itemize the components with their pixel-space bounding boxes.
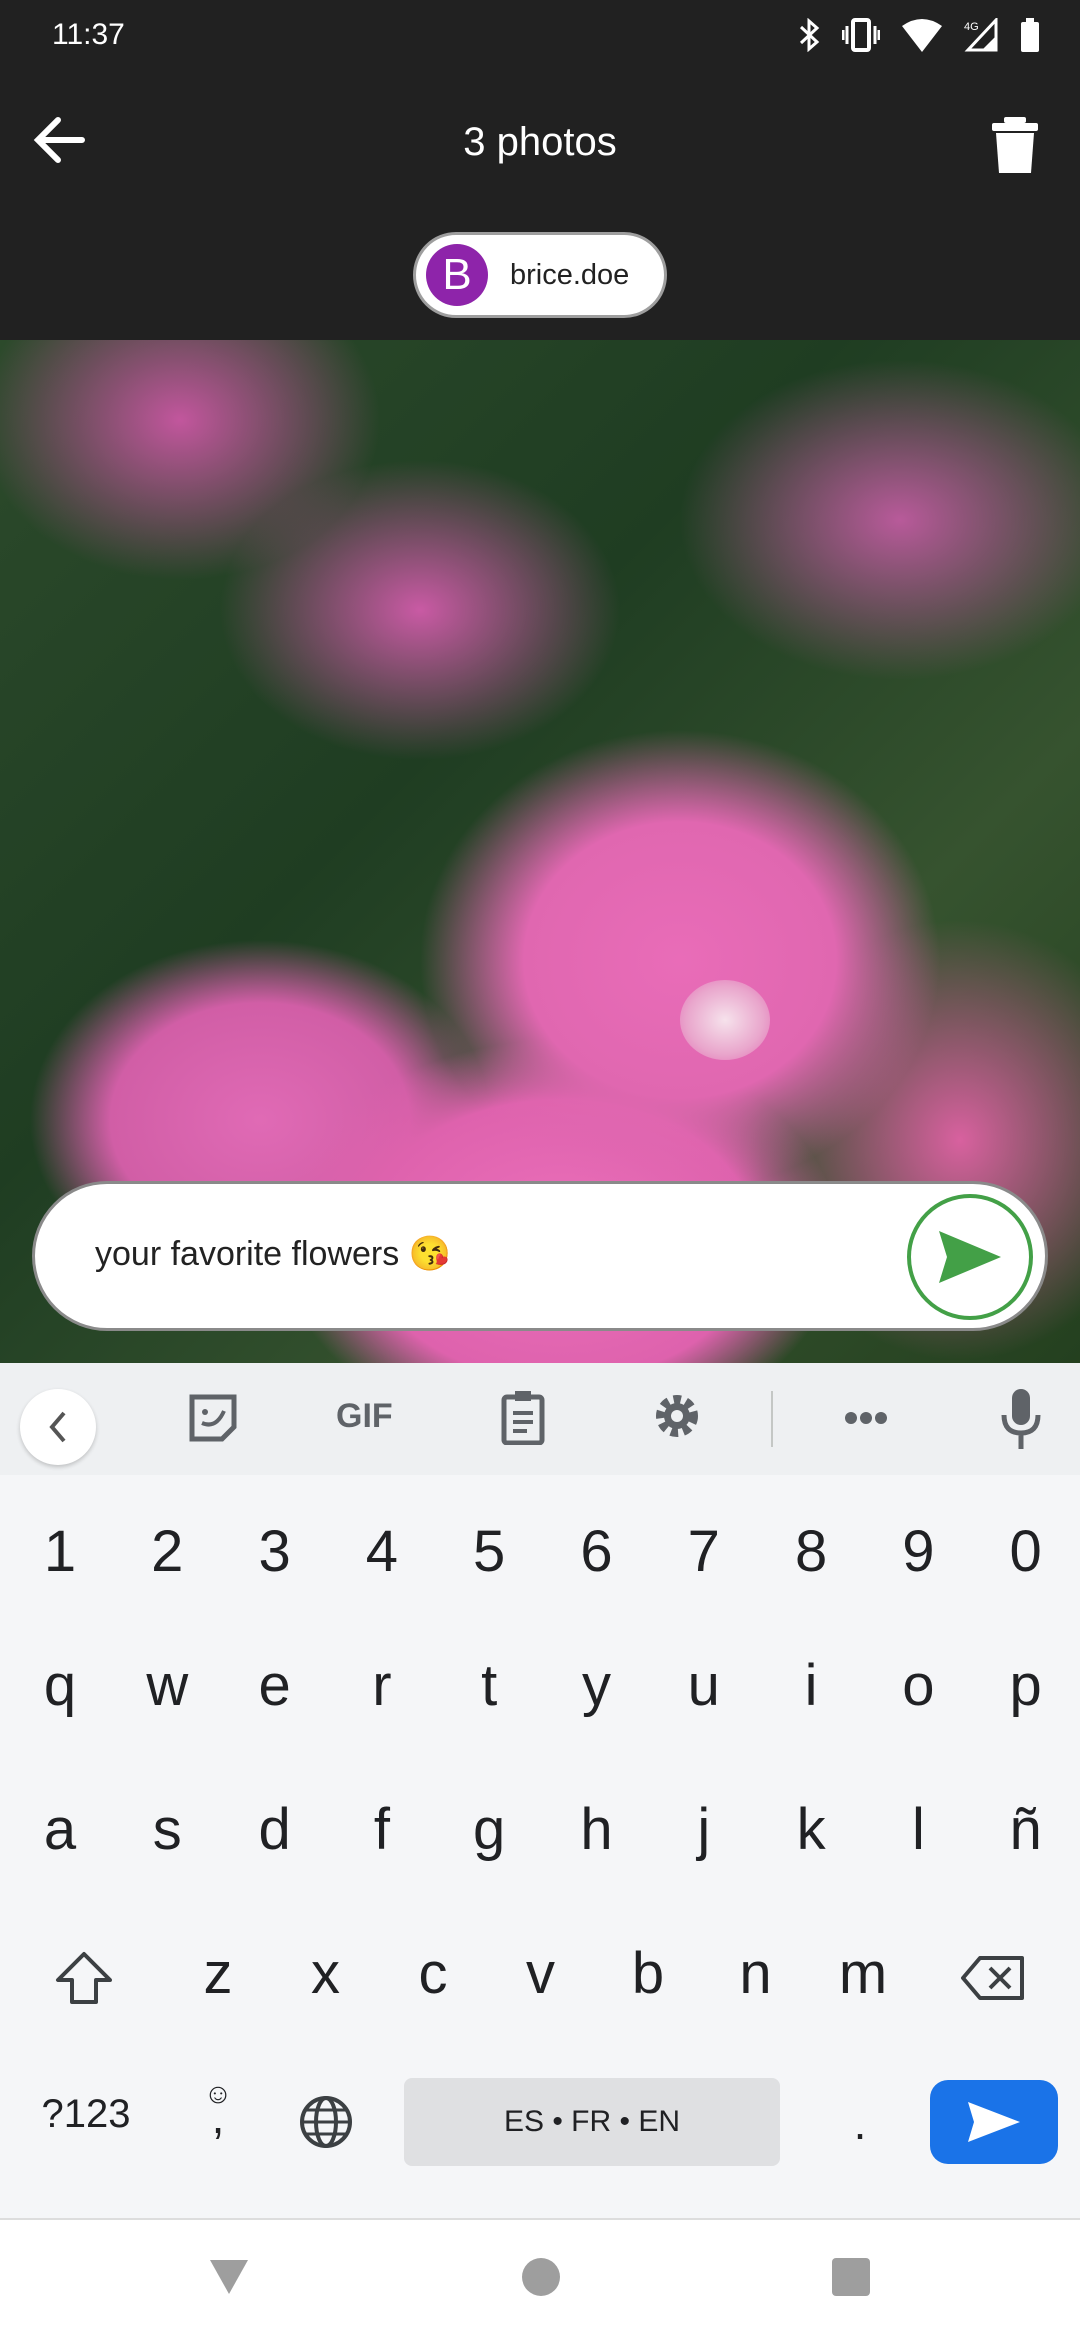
- key-symbols[interactable]: ?123: [26, 2092, 146, 2137]
- nav-back-icon[interactable]: [208, 2258, 250, 2296]
- sticker-icon[interactable]: [188, 1393, 238, 1443]
- gif-button[interactable]: GIF: [336, 1397, 393, 1436]
- avatar: B: [426, 244, 488, 306]
- key-n[interactable]: n: [716, 1940, 796, 2007]
- key-3[interactable]: 3: [235, 1518, 315, 1585]
- key-r[interactable]: r: [342, 1652, 422, 1719]
- key-7[interactable]: 7: [664, 1518, 744, 1585]
- key-b[interactable]: b: [608, 1940, 688, 2007]
- key-space[interactable]: ES • FR • EN: [404, 2078, 780, 2166]
- send-icon: [939, 1231, 1001, 1283]
- wifi-icon: [902, 19, 942, 52]
- navigation-bar: [0, 2218, 1080, 2340]
- recipient-name: brice.doe: [510, 258, 630, 291]
- key-q[interactable]: q: [20, 1652, 100, 1719]
- status-icons: 4G: [798, 18, 1040, 52]
- more-icon[interactable]: [844, 1411, 888, 1425]
- status-bar: 11:37 4G: [0, 0, 1080, 72]
- mic-icon[interactable]: [1000, 1387, 1042, 1451]
- key-f[interactable]: f: [342, 1796, 422, 1863]
- key-i[interactable]: i: [771, 1652, 851, 1719]
- key-u[interactable]: u: [664, 1652, 744, 1719]
- shift-key[interactable]: [52, 1950, 116, 2006]
- key-a[interactable]: a: [20, 1796, 100, 1863]
- key-0[interactable]: 0: [986, 1518, 1066, 1585]
- recipient-chip[interactable]: B brice.doe: [413, 232, 667, 318]
- status-time: 11:37: [52, 18, 125, 51]
- key-w[interactable]: w: [127, 1652, 207, 1719]
- battery-icon: [1021, 18, 1039, 52]
- key-j[interactable]: j: [664, 1796, 744, 1863]
- key-k[interactable]: k: [771, 1796, 851, 1863]
- key-h[interactable]: h: [557, 1796, 637, 1863]
- signal-4g-icon: 4G: [964, 18, 998, 52]
- page-title: 3 photos: [463, 120, 617, 164]
- backspace-key[interactable]: [960, 1954, 1026, 2002]
- message-input[interactable]: your favorite flowers 😘: [32, 1181, 1048, 1331]
- key-comma[interactable]: ,: [178, 2090, 258, 2144]
- key-9[interactable]: 9: [878, 1518, 958, 1585]
- key-m[interactable]: m: [823, 1940, 903, 2007]
- key-2[interactable]: 2: [127, 1518, 207, 1585]
- globe-icon[interactable]: [298, 2094, 354, 2150]
- key-v[interactable]: v: [501, 1940, 581, 2007]
- nav-recents-icon[interactable]: [832, 2258, 870, 2296]
- key-x[interactable]: x: [286, 1940, 366, 2007]
- key-p[interactable]: p: [986, 1652, 1066, 1719]
- clipboard-icon[interactable]: [500, 1389, 546, 1445]
- bluetooth-icon: [799, 18, 820, 52]
- send-button[interactable]: [907, 1194, 1033, 1320]
- toolbar-divider: [771, 1391, 773, 1447]
- key-4[interactable]: 4: [342, 1518, 422, 1585]
- collapse-toolbar-button[interactable]: [20, 1389, 96, 1465]
- send-icon: [968, 2102, 1020, 2142]
- key-o[interactable]: o: [878, 1652, 958, 1719]
- key-t[interactable]: t: [449, 1652, 529, 1719]
- flower-center: [680, 980, 770, 1060]
- message-text[interactable]: your favorite flowers 😘: [95, 1234, 451, 1274]
- chevron-left-icon: [49, 1411, 66, 1443]
- key-enter[interactable]: [930, 2080, 1058, 2164]
- key-z[interactable]: z: [178, 1940, 258, 2007]
- nav-home-icon[interactable]: [522, 2258, 560, 2296]
- key-8[interactable]: 8: [771, 1518, 851, 1585]
- key-l[interactable]: l: [878, 1796, 958, 1863]
- key-g[interactable]: g: [449, 1796, 529, 1863]
- gear-icon[interactable]: [652, 1391, 702, 1441]
- key-s[interactable]: s: [127, 1796, 207, 1863]
- delete-button[interactable]: [990, 115, 1040, 175]
- key-e[interactable]: e: [235, 1652, 315, 1719]
- key-y[interactable]: y: [557, 1652, 637, 1719]
- keyboard-toolbar: GIF: [0, 1363, 1080, 1475]
- key-5[interactable]: 5: [449, 1518, 529, 1585]
- key-c[interactable]: c: [393, 1940, 473, 2007]
- vibrate-icon: [842, 18, 880, 52]
- key-d[interactable]: d: [235, 1796, 315, 1863]
- svg-text:4G: 4G: [964, 21, 979, 33]
- key-1[interactable]: 1: [20, 1518, 100, 1585]
- key-ñ[interactable]: ñ: [986, 1796, 1066, 1863]
- key-period[interactable]: .: [820, 2096, 900, 2150]
- key-6[interactable]: 6: [557, 1518, 637, 1585]
